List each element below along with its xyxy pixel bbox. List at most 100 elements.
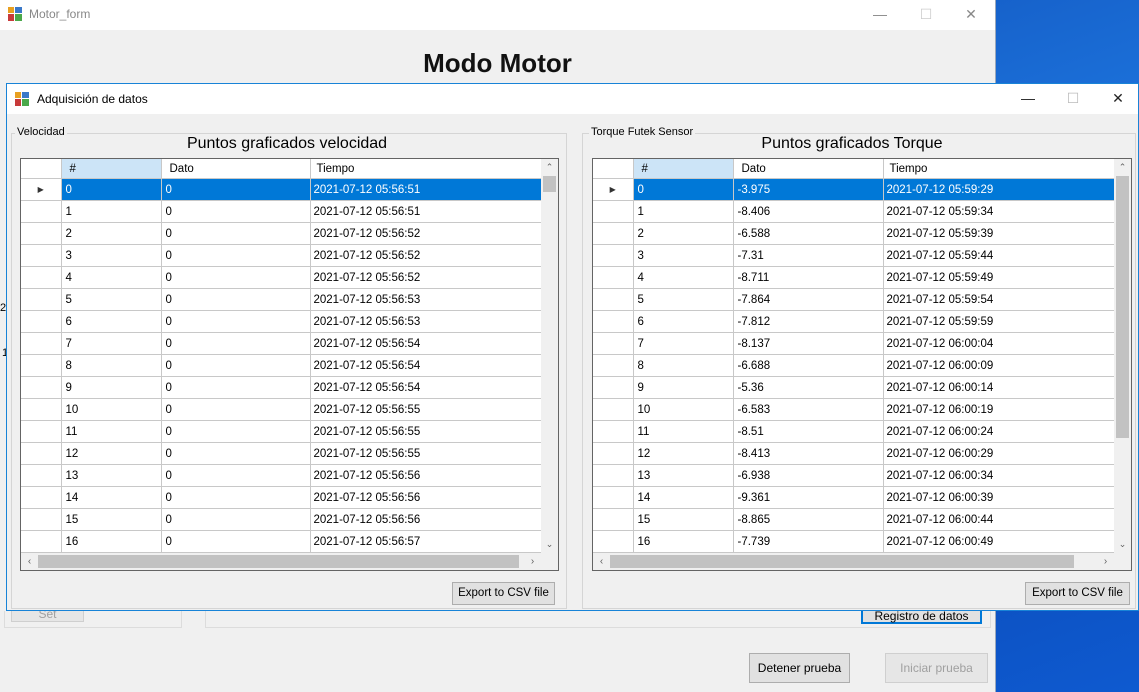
scroll-right-icon[interactable]: › <box>524 553 541 570</box>
row-header[interactable] <box>593 376 634 399</box>
cell-tiempo[interactable]: 2021-07-12 06:00:14 <box>883 376 1116 399</box>
maximize-icon[interactable]: ☐ <box>903 0 949 30</box>
cell-dato[interactable]: -7.31 <box>733 244 884 267</box>
cell-dato[interactable]: 0 <box>161 178 311 201</box>
cell-tiempo[interactable]: 2021-07-12 05:56:52 <box>310 222 543 245</box>
cell-index[interactable]: 15 <box>61 508 162 531</box>
column-header-tiempo[interactable]: Tiempo <box>883 159 1116 179</box>
cell-index[interactable]: 8 <box>61 354 162 377</box>
cell-tiempo[interactable]: 2021-07-12 05:56:53 <box>310 288 543 311</box>
row-header[interactable] <box>21 244 62 267</box>
cell-dato[interactable]: 0 <box>161 442 311 465</box>
table-row[interactable]: 6 0 2021-07-12 05:56:53 <box>21 310 548 333</box>
table-row[interactable]: 15 -8.865 2021-07-12 06:00:44 <box>593 508 1121 531</box>
torque-data-grid[interactable]: # Dato Tiempo ▶ 0 -3.975 2021-07-12 05:59:2… <box>592 158 1132 571</box>
cell-dato[interactable]: -6.938 <box>733 464 884 487</box>
cell-tiempo[interactable]: 2021-07-12 05:59:44 <box>883 244 1116 267</box>
cell-dato[interactable]: 0 <box>161 310 311 333</box>
cell-tiempo[interactable]: 2021-07-12 06:00:24 <box>883 420 1116 443</box>
cell-dato[interactable]: -6.588 <box>733 222 884 245</box>
cell-index[interactable]: 4 <box>633 266 734 289</box>
row-header[interactable] <box>21 310 62 333</box>
cell-tiempo[interactable]: 2021-07-12 06:00:44 <box>883 508 1116 531</box>
row-header[interactable] <box>593 222 634 245</box>
cell-dato[interactable]: -7.812 <box>733 310 884 333</box>
vertical-scrollbar[interactable]: ⌃ ⌄ <box>541 159 558 553</box>
cell-index[interactable]: 4 <box>61 266 162 289</box>
cell-tiempo[interactable]: 2021-07-12 06:00:29 <box>883 442 1116 465</box>
horizontal-scrollbar[interactable]: ‹ › <box>593 553 1114 570</box>
cell-index[interactable]: 9 <box>61 376 162 399</box>
cell-tiempo[interactable]: 2021-07-12 05:56:55 <box>310 398 543 421</box>
row-header[interactable] <box>21 200 62 223</box>
table-row[interactable]: 13 0 2021-07-12 05:56:56 <box>21 464 548 487</box>
table-row[interactable]: 3 -7.31 2021-07-12 05:59:44 <box>593 244 1121 267</box>
column-header-dato[interactable]: Dato <box>161 159 311 179</box>
cell-dato[interactable]: 0 <box>161 288 311 311</box>
cell-tiempo[interactable]: 2021-07-12 06:00:04 <box>883 332 1116 355</box>
cell-tiempo[interactable]: 2021-07-12 06:00:19 <box>883 398 1116 421</box>
row-header[interactable] <box>21 288 62 311</box>
cell-dato[interactable]: -8.413 <box>733 442 884 465</box>
cell-index[interactable]: 2 <box>633 222 734 245</box>
table-row[interactable]: 12 0 2021-07-12 05:56:55 <box>21 442 548 465</box>
cell-dato[interactable]: -8.137 <box>733 332 884 355</box>
scroll-left-icon[interactable]: ‹ <box>21 553 38 570</box>
table-row[interactable]: 3 0 2021-07-12 05:56:52 <box>21 244 548 267</box>
row-header[interactable] <box>593 464 634 487</box>
column-header-tiempo[interactable]: Tiempo <box>310 159 543 179</box>
cell-dato[interactable]: -3.975 <box>733 178 884 201</box>
scroll-thumb[interactable] <box>610 555 1074 568</box>
minimize-icon[interactable]: — <box>857 0 903 30</box>
iniciar-prueba-button[interactable]: Iniciar prueba <box>885 653 988 683</box>
row-header[interactable] <box>593 310 634 333</box>
cell-index[interactable]: 5 <box>633 288 734 311</box>
detener-prueba-button[interactable]: Detener prueba <box>749 653 850 683</box>
table-row[interactable]: 16 -7.739 2021-07-12 06:00:49 <box>593 530 1121 553</box>
table-row[interactable]: 10 0 2021-07-12 05:56:55 <box>21 398 548 421</box>
scroll-up-icon[interactable]: ⌃ <box>1114 159 1131 176</box>
cell-index[interactable]: 3 <box>61 244 162 267</box>
cell-dato[interactable]: 0 <box>161 398 311 421</box>
cell-dato[interactable]: 0 <box>161 332 311 355</box>
table-row[interactable]: 14 -9.361 2021-07-12 06:00:39 <box>593 486 1121 509</box>
cell-tiempo[interactable]: 2021-07-12 05:56:54 <box>310 332 543 355</box>
cell-dato[interactable]: 0 <box>161 376 311 399</box>
table-row[interactable]: 13 -6.938 2021-07-12 06:00:34 <box>593 464 1121 487</box>
horizontal-scrollbar[interactable]: ‹ › <box>21 553 541 570</box>
cell-tiempo[interactable]: 2021-07-12 06:00:39 <box>883 486 1116 509</box>
current-row-indicator-icon[interactable]: ▶ <box>593 178 634 201</box>
cell-tiempo[interactable]: 2021-07-12 05:56:53 <box>310 310 543 333</box>
table-row[interactable]: 7 -8.137 2021-07-12 06:00:04 <box>593 332 1121 355</box>
column-header-index[interactable]: # <box>61 159 162 179</box>
table-row[interactable]: 11 -8.51 2021-07-12 06:00:24 <box>593 420 1121 443</box>
cell-tiempo[interactable]: 2021-07-12 05:56:54 <box>310 376 543 399</box>
table-row[interactable]: 10 -6.583 2021-07-12 06:00:19 <box>593 398 1121 421</box>
scroll-left-icon[interactable]: ‹ <box>593 553 610 570</box>
current-row-indicator-icon[interactable]: ▶ <box>21 178 62 201</box>
table-row[interactable]: 14 0 2021-07-12 05:56:56 <box>21 486 548 509</box>
row-header[interactable] <box>593 442 634 465</box>
cell-index[interactable]: 10 <box>633 398 734 421</box>
cell-dato[interactable]: 0 <box>161 244 311 267</box>
scroll-up-icon[interactable]: ⌃ <box>541 159 558 176</box>
cell-tiempo[interactable]: 2021-07-12 06:00:09 <box>883 354 1116 377</box>
cell-tiempo[interactable]: 2021-07-12 06:00:49 <box>883 530 1116 553</box>
cell-index[interactable]: 8 <box>633 354 734 377</box>
cell-tiempo[interactable]: 2021-07-12 05:59:54 <box>883 288 1116 311</box>
cell-tiempo[interactable]: 2021-07-12 05:59:39 <box>883 222 1116 245</box>
row-header[interactable] <box>593 398 634 421</box>
row-header[interactable] <box>21 398 62 421</box>
cell-dato[interactable]: -6.583 <box>733 398 884 421</box>
cell-index[interactable]: 1 <box>61 200 162 223</box>
cell-dato[interactable]: -8.406 <box>733 200 884 223</box>
table-row[interactable]: ▶ 0 0 2021-07-12 05:56:51 <box>21 178 548 201</box>
cell-dato[interactable]: -5.36 <box>733 376 884 399</box>
cell-tiempo[interactable]: 2021-07-12 05:56:56 <box>310 486 543 509</box>
cell-tiempo[interactable]: 2021-07-12 05:59:34 <box>883 200 1116 223</box>
cell-index[interactable]: 7 <box>633 332 734 355</box>
cell-dato[interactable]: -8.711 <box>733 266 884 289</box>
table-row[interactable]: 6 -7.812 2021-07-12 05:59:59 <box>593 310 1121 333</box>
table-row[interactable]: 2 -6.588 2021-07-12 05:59:39 <box>593 222 1121 245</box>
cell-dato[interactable]: 0 <box>161 222 311 245</box>
